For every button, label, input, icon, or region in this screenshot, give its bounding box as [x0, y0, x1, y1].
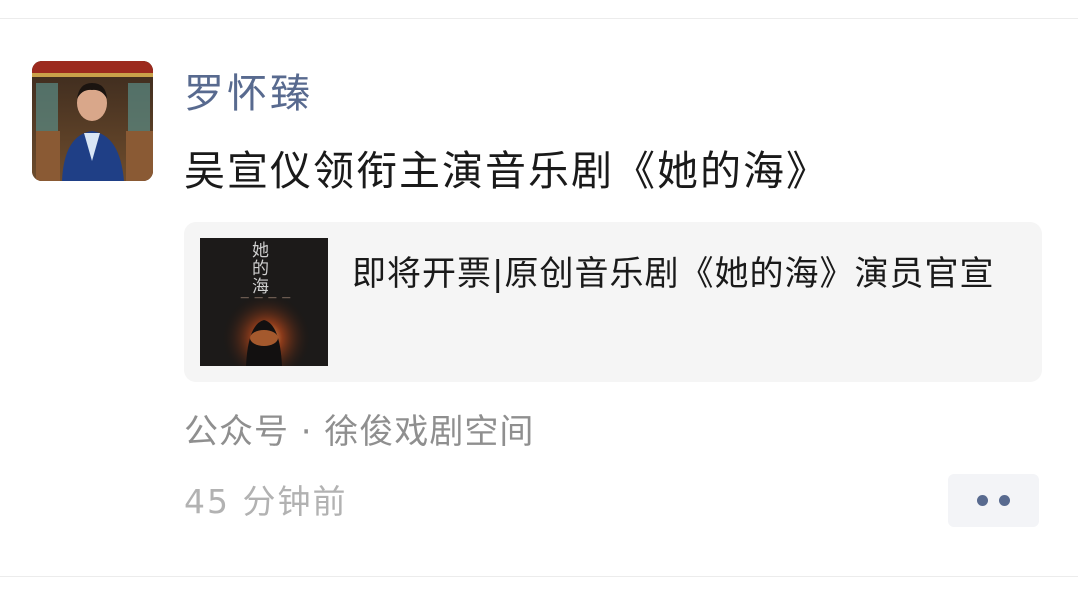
author-name[interactable]: 罗怀臻 [184, 68, 313, 120]
post-time: 45 分钟前 [184, 482, 348, 521]
shared-article-card[interactable]: — — — — 她的海 即将开票|原创音乐剧《她的海》演员官宣 [184, 222, 1042, 382]
thumbnail-title: 她的海 [252, 241, 269, 297]
more-button[interactable] [948, 474, 1039, 527]
top-divider [0, 18, 1078, 19]
more-dot-icon [977, 495, 988, 506]
article-thumbnail: — — — — 她的海 [200, 238, 328, 366]
bottom-divider [0, 576, 1078, 577]
avatar-photo [32, 61, 153, 181]
post-text: 吴宣仪领衔主演音乐剧《她的海》 [184, 147, 829, 195]
more-dot-icon [999, 495, 1010, 506]
source-account[interactable]: 公众号 · 徐俊戏剧空间 [184, 408, 534, 456]
avatar[interactable] [32, 61, 153, 181]
article-title: 即将开票|原创音乐剧《她的海》演员官宣 [352, 254, 995, 294]
